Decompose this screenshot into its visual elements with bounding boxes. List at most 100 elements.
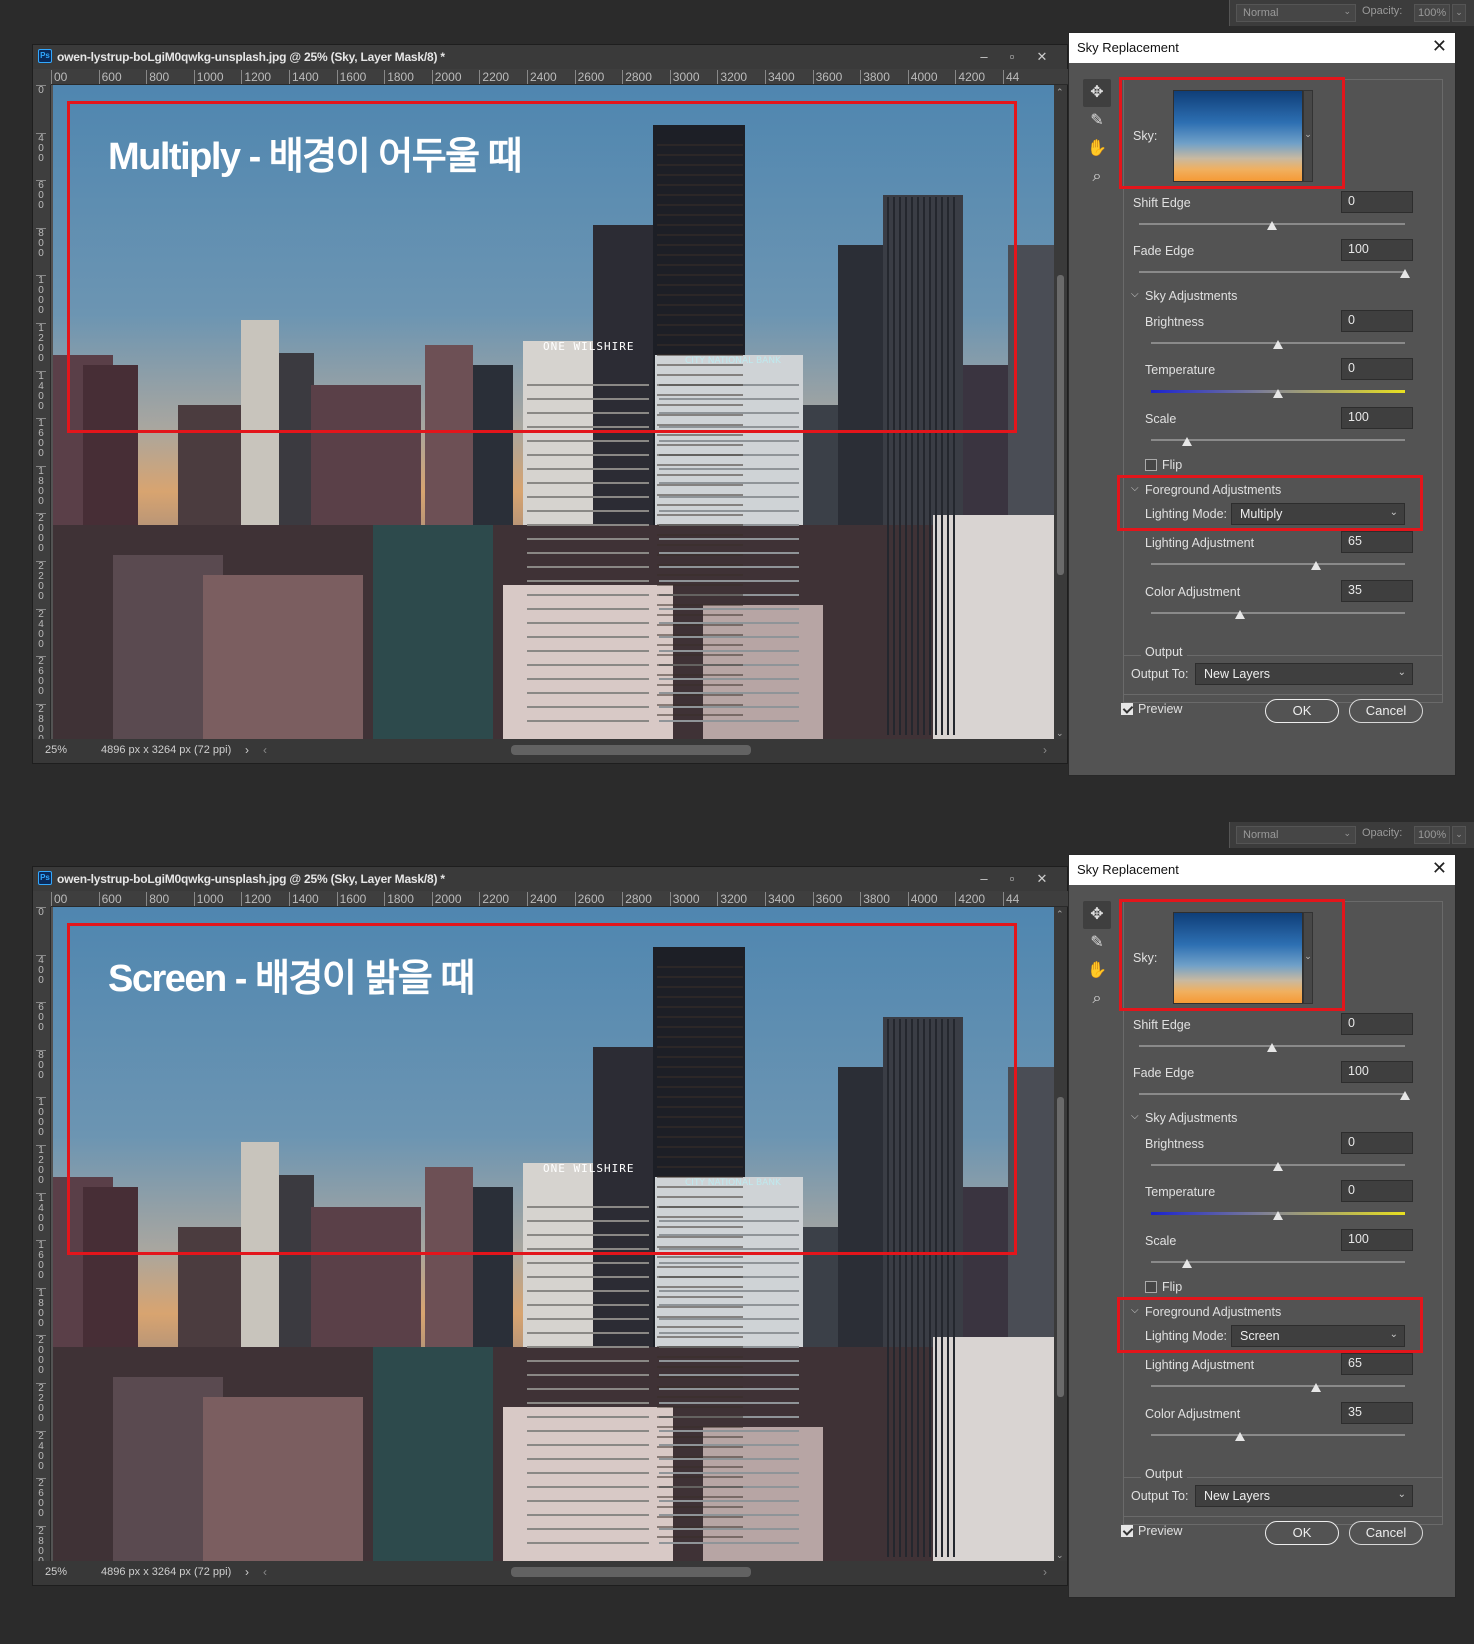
temperature-input[interactable]: 0 [1341,1180,1413,1202]
brightness-input[interactable]: 0 [1341,1132,1413,1154]
temperature-slider[interactable] [1273,389,1283,398]
fade-edge-input[interactable]: 100 [1341,1061,1413,1083]
fade-edge-track[interactable] [1139,271,1405,273]
minimize-button[interactable]: – [973,48,995,66]
close-button[interactable]: ✕ [1031,48,1053,66]
ruler-tick-label: 1200 [241,70,271,84]
maximize-button[interactable]: ▫ [1001,48,1023,66]
move-tool-icon[interactable]: ✥ [1083,901,1111,929]
status-menu-icon[interactable]: › [245,743,249,757]
lighting-adjustment-input[interactable]: 65 [1341,531,1413,553]
ruler-tick-label: 2400 [36,608,46,650]
blend-mode-select[interactable]: Normal ⌄ [1236,4,1356,22]
scroll-thumb[interactable] [1057,275,1064,575]
fade-edge-slider[interactable] [1400,269,1410,278]
hand-tool-icon[interactable]: ✋ [1083,957,1111,985]
maximize-button[interactable]: ▫ [1001,870,1023,888]
zoom-tool-icon[interactable]: ⌕ [1083,163,1111,191]
horizontal-scroll-thumb[interactable] [511,745,751,755]
flip-checkbox[interactable] [1145,459,1157,471]
output-to-select[interactable]: New Layers ⌄ [1195,663,1413,685]
scroll-right-icon[interactable]: › [1043,1565,1047,1579]
fade-edge-input[interactable]: 100 [1341,239,1413,261]
scroll-up-icon[interactable]: ⌃ [1056,909,1064,920]
status-menu-icon[interactable]: › [245,1565,249,1579]
color-adjustment-track[interactable] [1151,612,1405,614]
dialog-toolbar: ✥ ✎ ✋ ⌕ [1083,79,1111,195]
zoom-level[interactable]: 25% [45,744,67,756]
chevron-down-icon[interactable]: ⌵ [1131,289,1139,300]
scroll-left-icon[interactable]: ‹ [263,1565,267,1579]
sky-adjustments-label[interactable]: Sky Adjustments [1145,1111,1237,1125]
scroll-left-icon[interactable]: ‹ [263,743,267,757]
lighting-adjustment-track[interactable] [1151,1385,1405,1387]
minimize-button[interactable]: – [973,870,995,888]
vertical-ruler: 0 400 600 800 1000 1200 1400 1600 1800 2000 2200 24… [33,907,51,1563]
vertical-scrollbar[interactable]: ⌃ ⌄ [1054,85,1067,741]
scroll-down-icon[interactable]: ⌄ [1056,1550,1064,1561]
dialog-toolbar: ✥ ✎ ✋ ⌕ [1083,901,1111,1017]
scroll-thumb[interactable] [1057,1097,1064,1397]
lighting-adjustment-slider[interactable] [1311,561,1322,570]
color-adjustment-track[interactable] [1151,1434,1405,1436]
ok-button[interactable]: OK [1265,699,1339,723]
horizontal-scroll-thumb[interactable] [511,1567,751,1577]
lighting-adjustment-track[interactable] [1151,563,1405,565]
close-icon[interactable]: ✕ [1432,36,1447,57]
output-to-select[interactable]: New Layers ⌄ [1195,1485,1413,1507]
sky-adjustments-label[interactable]: Sky Adjustments [1145,289,1237,303]
shift-edge-slider[interactable] [1267,1043,1277,1052]
flip-checkbox[interactable] [1145,1281,1157,1293]
scale-input[interactable]: 100 [1341,1229,1413,1251]
scroll-up-icon[interactable]: ⌃ [1056,87,1064,98]
blend-mode-select[interactable]: Normal ⌄ [1236,826,1356,844]
ok-button[interactable]: OK [1265,1521,1339,1545]
image-canvas[interactable]: ONE WILSHIRE CITY NATIONAL BANK Screen - … [53,907,1055,1563]
fade-edge-slider[interactable] [1400,1091,1410,1100]
temperature-slider[interactable] [1273,1211,1283,1220]
ruler-tick-label: 1600 [336,70,366,84]
vertical-scrollbar[interactable]: ⌃ ⌄ [1054,907,1067,1563]
chevron-down-icon[interactable]: ⌵ [1131,1111,1139,1122]
opacity-dropdown[interactable]: ⌄ [1452,4,1466,22]
zoom-tool-icon[interactable]: ⌕ [1083,985,1111,1013]
opacity-dropdown[interactable]: ⌄ [1452,826,1466,844]
lighting-adjustment-slider[interactable] [1311,1383,1322,1392]
scale-input[interactable]: 100 [1341,407,1413,429]
scroll-down-icon[interactable]: ⌄ [1056,728,1064,739]
sky-brush-icon[interactable]: ✎ [1083,107,1111,135]
scale-label: Scale [1145,412,1177,426]
hand-tool-icon[interactable]: ✋ [1083,135,1111,163]
preview-checkbox[interactable] [1121,1525,1133,1537]
vertical-ruler: 0 400 600 800 1000 1200 1400 1600 1800 2000 2200 24… [33,85,51,741]
color-adjustment-slider[interactable] [1234,610,1245,619]
close-icon[interactable]: ✕ [1432,858,1447,879]
close-button[interactable]: ✕ [1031,870,1053,888]
scale-slider[interactable] [1181,1259,1192,1268]
zoom-level[interactable]: 25% [45,1566,67,1578]
cancel-button[interactable]: Cancel [1349,1521,1423,1545]
scroll-right-icon[interactable]: › [1043,743,1047,757]
image-canvas[interactable]: ONE WILSHIRE CITY NATIONAL BANK Multiply … [53,85,1055,741]
brightness-slider[interactable] [1273,340,1283,349]
dialog-title: Sky Replacement ✕ [1069,33,1455,63]
move-tool-icon[interactable]: ✥ [1083,79,1111,107]
preview-checkbox[interactable] [1121,703,1133,715]
cancel-button[interactable]: Cancel [1349,699,1423,723]
building [203,575,363,741]
opacity-input[interactable]: 100% [1414,826,1450,844]
sky-brush-icon[interactable]: ✎ [1083,929,1111,957]
shift-edge-input[interactable]: 0 [1341,191,1413,213]
shift-edge-slider[interactable] [1267,221,1277,230]
color-adjustment-input[interactable]: 35 [1341,580,1413,602]
brightness-slider[interactable] [1273,1162,1283,1171]
brightness-input[interactable]: 0 [1341,310,1413,332]
lighting-adjustment-input[interactable]: 65 [1341,1353,1413,1375]
opacity-input[interactable]: 100% [1414,4,1450,22]
color-adjustment-input[interactable]: 35 [1341,1402,1413,1424]
shift-edge-input[interactable]: 0 [1341,1013,1413,1035]
fade-edge-track[interactable] [1139,1093,1405,1095]
color-adjustment-slider[interactable] [1234,1432,1245,1441]
temperature-input[interactable]: 0 [1341,358,1413,380]
scale-slider[interactable] [1181,437,1192,446]
